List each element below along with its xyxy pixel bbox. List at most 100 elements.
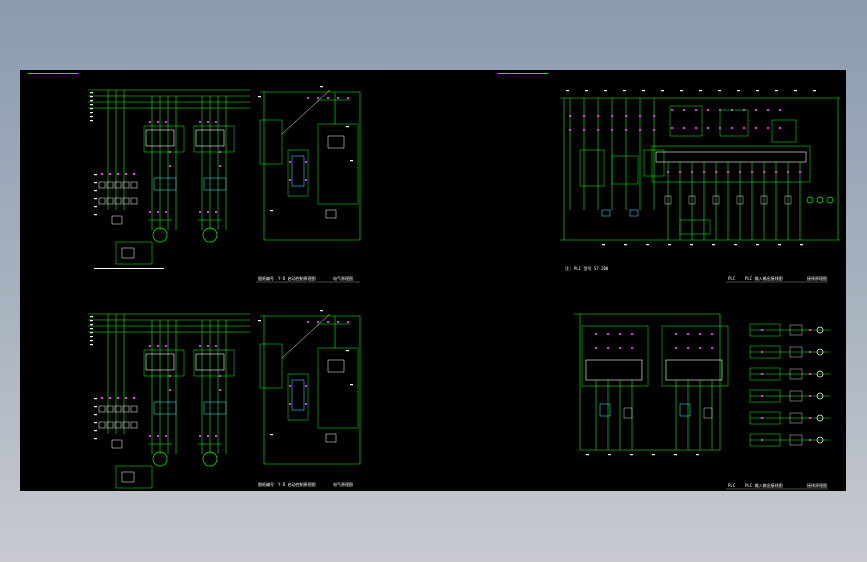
- terminal-dot: [738, 170, 742, 174]
- terminal-dot: [808, 372, 812, 376]
- label-tick: [94, 214, 97, 216]
- terminal-dot: [206, 344, 210, 348]
- label-tick: [90, 340, 93, 342]
- terminal-dot: [594, 346, 598, 350]
- component-box: [771, 119, 797, 143]
- terminal-dot: [786, 170, 790, 174]
- terminal-dot: [582, 128, 586, 132]
- terminal-dot: [710, 346, 714, 350]
- label-tick: [90, 100, 93, 102]
- wire: [281, 89, 331, 135]
- terminal-dot: [288, 160, 292, 164]
- label-tick: [734, 244, 737, 246]
- terminal-dot: [670, 126, 674, 130]
- terminal-dot: [148, 120, 152, 124]
- label-tick: [585, 90, 588, 92]
- component-box: [130, 421, 138, 429]
- component-box: [651, 145, 811, 183]
- motor-control-schematic-bottom: [88, 310, 361, 489]
- label-tick: [623, 90, 626, 92]
- component-box: [325, 209, 337, 219]
- terminal-dot: [706, 126, 710, 130]
- terminal-dot: [762, 170, 766, 174]
- terminal-dot: [316, 96, 320, 100]
- label-tick: [350, 160, 353, 162]
- terminal-dot: [698, 346, 702, 350]
- label-tick: [94, 422, 97, 424]
- terminal-dot: [288, 384, 292, 388]
- titleblock-2-mid: PLC 输入输出接线图: [745, 275, 783, 281]
- terminal-dot: [346, 320, 350, 324]
- label-tick: [270, 210, 273, 212]
- component-box: [130, 405, 138, 413]
- terminal-dot: [168, 164, 172, 168]
- terminal-dot: [686, 332, 690, 336]
- label-tick: [690, 244, 693, 246]
- terminal-dot: [336, 320, 340, 324]
- label-tick: [90, 316, 93, 318]
- terminal-dot: [778, 108, 782, 112]
- schematic-canvas[interactable]: 图纸编号 Y-D 启动控制原理图 电气原理图 图纸编号 Y-D 启动控制原理图 …: [20, 70, 846, 491]
- terminal-dot: [808, 350, 812, 354]
- terminal-dot: [148, 344, 152, 348]
- titleblock-3-right: 接线原理图: [807, 482, 827, 488]
- terminal-dot: [156, 210, 160, 214]
- terminal-dot: [674, 332, 678, 336]
- terminal-dot: [750, 170, 754, 174]
- label-tick: [718, 90, 721, 92]
- label-tick: [346, 126, 349, 128]
- terminal-dot: [206, 120, 210, 124]
- component-box: [287, 373, 309, 421]
- terminal-dot: [214, 120, 218, 124]
- titleblock-3-mid: PLC 输入输出接线图: [745, 482, 783, 488]
- component-box: [599, 403, 611, 417]
- terminal-dot: [714, 170, 718, 174]
- terminal-dot: [206, 434, 210, 438]
- titleblock-0-left: 图纸编号: [258, 275, 274, 281]
- wire: [281, 313, 331, 359]
- terminal-dot: [304, 402, 308, 406]
- terminal-dot: [754, 126, 758, 130]
- terminal-dot: [156, 434, 160, 438]
- terminal-dot: [116, 396, 120, 400]
- titleblock-0-mid: Y-D 启动控制原理图: [278, 275, 316, 281]
- terminal-dot: [164, 344, 168, 348]
- component-box: [98, 421, 106, 429]
- label-tick: [696, 454, 699, 456]
- label-tick: [94, 206, 97, 208]
- terminal-dot: [670, 108, 674, 112]
- terminal-dot: [706, 108, 710, 112]
- terminal-dot: [156, 120, 160, 124]
- terminal-dot: [306, 320, 310, 324]
- label-tick: [604, 90, 607, 92]
- terminal-dot: [168, 150, 172, 154]
- component-box: [98, 181, 106, 189]
- label-tick: [756, 244, 759, 246]
- terminal-dot: [124, 396, 128, 400]
- component-box: [153, 177, 177, 191]
- component-box: [291, 155, 305, 187]
- cad-drawing-sheet: 图纸编号 Y-D 启动控制原理图 电气原理图 图纸编号 Y-D 启动控制原理图 …: [20, 70, 846, 491]
- label-tick: [775, 90, 778, 92]
- label-tick: [258, 320, 261, 322]
- sheet-header-line-right: [498, 73, 548, 74]
- terminal-dot: [674, 346, 678, 350]
- motor-symbol: [826, 196, 834, 204]
- component-box: [111, 215, 123, 225]
- label-tick: [258, 96, 261, 98]
- label-tick: [794, 90, 797, 92]
- label-tick: [712, 244, 715, 246]
- component-box: [669, 105, 703, 137]
- label-tick: [94, 414, 97, 416]
- terminal-dot: [198, 344, 202, 348]
- component-box: [153, 401, 177, 415]
- label-tick: [94, 438, 97, 440]
- terminal-dot: [652, 128, 656, 132]
- label-tick: [94, 398, 97, 400]
- component-box: [259, 343, 283, 389]
- label-tick: [630, 454, 633, 456]
- terminal-dot: [100, 396, 104, 400]
- component-box: [111, 439, 123, 449]
- terminal-dot: [624, 128, 628, 132]
- motor-symbol: [806, 196, 814, 204]
